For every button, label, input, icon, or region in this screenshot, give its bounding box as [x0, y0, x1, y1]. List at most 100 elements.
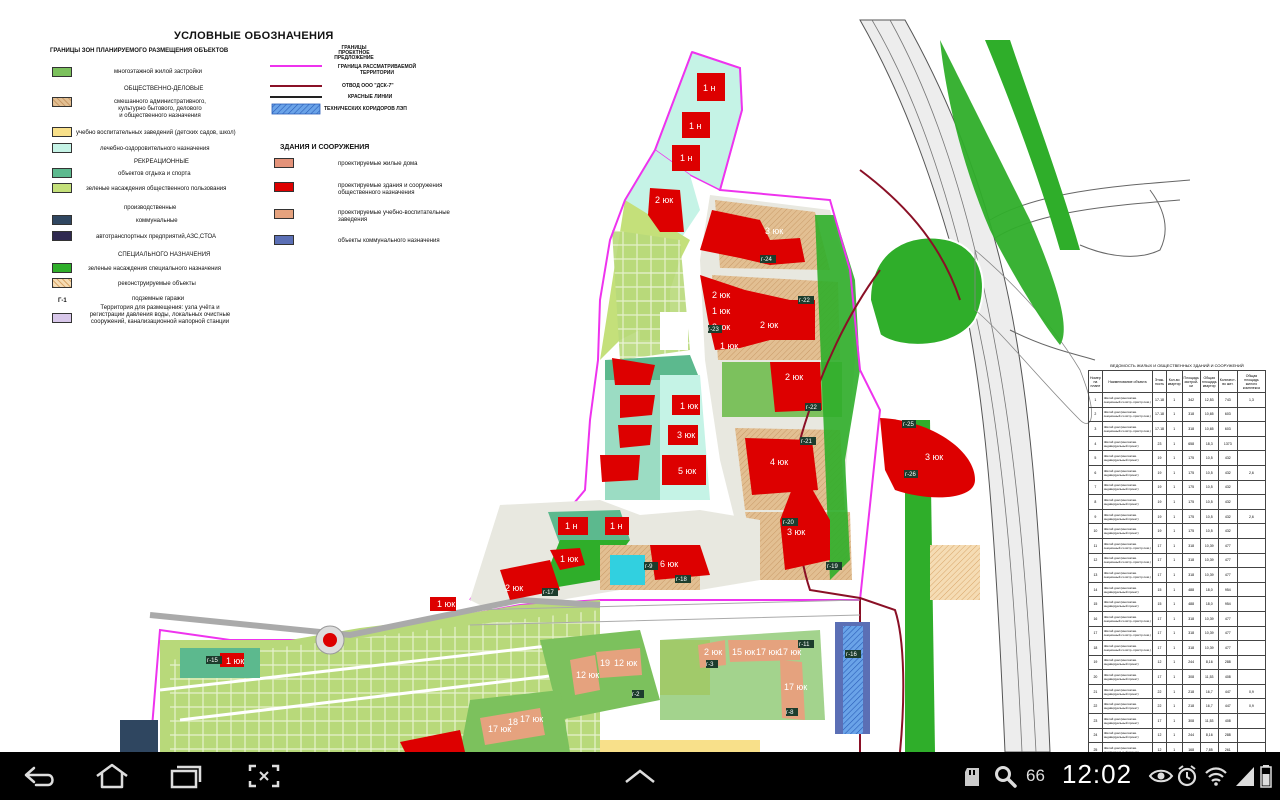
label-b13: 3 юк	[787, 527, 805, 537]
table-cell: 11,53	[1199, 669, 1219, 685]
label-b9: 1 юк	[720, 341, 738, 351]
table-cell: 175	[1181, 523, 1201, 539]
garage-g7: г-19	[827, 564, 839, 570]
table-cell: 1	[1165, 625, 1183, 642]
table-caption: ВЕДОМОСТЬ ЖИЛЫХ И ОБЩЕСТВЕННЫХ ЗДАНИЙ И …	[1110, 363, 1244, 368]
label-b20: 1 юк	[560, 554, 578, 564]
table-cell: 1	[1165, 537, 1183, 554]
table-cell: 1	[1165, 610, 1183, 627]
table-cell: 11	[1088, 537, 1103, 554]
back-button[interactable]	[20, 760, 60, 792]
table-cell: 22	[1152, 698, 1167, 715]
garage-g15: г-3	[706, 662, 714, 668]
table-cell: 175	[1181, 450, 1201, 466]
table-cell: 477	[1217, 552, 1238, 569]
table-cell: Жилой дом (многоэтаж. секционный со встр…	[1101, 537, 1154, 554]
label-b16: 3 юк	[677, 430, 695, 440]
table-cell: 318	[1181, 552, 1201, 569]
table-body: 1 Жилой дом (многоэтаж. секционный со вст…	[1088, 392, 1267, 752]
table-header-row: Номер на плане Наименование объекта Этаж-н…	[1088, 370, 1267, 393]
table-cell: 318	[1181, 537, 1201, 554]
table-cell: 2,6	[1236, 508, 1267, 525]
table-cell: 1	[1165, 683, 1183, 700]
garage-g17: г-25	[903, 422, 915, 428]
table-cell: 11,53	[1199, 713, 1219, 729]
table-cell: 0,9	[1236, 698, 1267, 715]
legend-school: проектируемые учебно-воспитательные заве…	[338, 210, 450, 223]
table-cell: Жилой дом (многоэтаж. индивидуальный про…	[1101, 508, 1154, 525]
swatch-education	[52, 127, 72, 137]
table-cell: Жилой дом (многоэтаж. индивидуальный про…	[1101, 581, 1154, 598]
table-cell	[1236, 552, 1267, 569]
recent-apps-button[interactable]	[166, 760, 206, 792]
table-cell	[1236, 727, 1267, 744]
table-cell: 17-18	[1152, 421, 1167, 437]
table-row: 14 Жилой дом (многоэтаж. индивидуальный п…	[1088, 581, 1267, 598]
table-cell: 175	[1181, 508, 1201, 525]
label-b11: 2 юк	[785, 372, 803, 382]
zones-heading: ГРАНИЦЫ ЗОН ПЛАНИРУЕМОГО РАЗМЕЩЕНИЯ ОБЪЕ…	[50, 48, 229, 54]
table-cell: 10,65	[1199, 421, 1219, 437]
chevron-up-icon	[625, 769, 655, 783]
table-row: 8 Жилой дом (многоэтаж. индивидуальный пр…	[1088, 494, 1267, 510]
table-cell	[1236, 406, 1267, 423]
map-viewport[interactable]: 1 н 1 н 1 н 2 юк 3 юк 2 юк 1 юк 3 юк 1 ю…	[0, 0, 1280, 752]
table-cell: 23	[1152, 435, 1167, 452]
swatch-school	[274, 209, 294, 219]
screenshot-icon	[248, 764, 280, 788]
garage-g1: г-24	[761, 257, 773, 263]
table-cell: 24	[1088, 727, 1103, 744]
garage-g9: г-17	[543, 590, 555, 596]
table-cell	[1236, 567, 1267, 583]
legend-residential: проектируемые жилые дома	[338, 161, 418, 167]
table-cell: 8,16	[1199, 654, 1219, 671]
table-cell: 1	[1165, 435, 1183, 452]
search-icon	[995, 766, 1017, 788]
legend-garage-code: Г-1	[58, 298, 67, 304]
table-cell: 15	[1152, 581, 1167, 598]
legend-sport: объектов отдыха и спорта	[118, 171, 191, 177]
table-cell: 477	[1217, 567, 1238, 583]
table-cell: 175	[1181, 494, 1201, 510]
label-r5: 17 юк	[784, 682, 807, 692]
table-cell: 17	[1152, 610, 1167, 627]
table-cell	[1236, 435, 1267, 452]
back-icon	[24, 766, 54, 787]
legend-special-heading: СПЕЦИАЛЬНОГО НАЗНАЧЕНИЯ	[118, 252, 211, 258]
collapse-up-button[interactable]	[620, 760, 660, 792]
table-cell: Жилой дом (многоэтаж. секционный со встр…	[1101, 567, 1154, 583]
legend-public-green: зеленые насаждения общественного пользов…	[86, 186, 227, 192]
table-cell: 12	[1152, 654, 1167, 671]
table-cell: 432	[1217, 523, 1238, 539]
table-row: 10 Жилой дом (многоэтаж. индивидуальный п…	[1088, 523, 1267, 539]
table-cell: 17	[1152, 640, 1167, 656]
table-cell: 4	[1088, 435, 1103, 452]
table-cell: 17	[1152, 552, 1167, 569]
swatch-transport	[52, 231, 72, 241]
table-cell: 7,85	[1199, 742, 1219, 752]
swatch-sport	[52, 168, 72, 178]
table-cell: 1	[1165, 552, 1183, 569]
legend-territory-bound: ГРАНИЦА РАССМАТРИВАЕМОЙ ТЕРРИТОРИИ	[337, 64, 417, 76]
screenshot-button[interactable]	[244, 760, 284, 792]
table-cell: 1	[1165, 727, 1183, 744]
table-cell: 10,5	[1199, 508, 1219, 525]
table-cell: 20	[1088, 669, 1103, 685]
table-cell: 10,5	[1199, 494, 1219, 510]
swatch-communal	[52, 215, 72, 225]
label-b21: 2 юк	[505, 583, 523, 593]
table-cell: 17	[1152, 625, 1167, 642]
label-b5: 3 юк	[765, 226, 783, 236]
table-cell: 2	[1088, 406, 1103, 423]
table-cell: Жилой дом (многоэтаж. секционный со встр…	[1101, 625, 1154, 642]
table-row: 13 Жилой дом (многоэтаж. секционный со вс…	[1088, 567, 1267, 583]
legend-corridors: ТЕХНИЧЕСКИХ КОРИДОРОВ ЛЭП	[324, 106, 407, 112]
table-cell: 19	[1152, 450, 1167, 466]
tep-table-panel: ВЕДОМОСТЬ ЖИЛЫХ И ОБЩЕСТВЕННЫХ ЗДАНИЙ И …	[1088, 362, 1267, 752]
home-button[interactable]	[92, 760, 132, 792]
label-r8: 12 юк	[614, 658, 637, 668]
table-row: 9 Жилой дом (многоэтаж. индивидуальный пр…	[1088, 508, 1267, 525]
system-navigation-bar: 66 12:02	[0, 752, 1280, 800]
table-cell: 1	[1165, 479, 1183, 496]
label-b22: 6 юк	[660, 559, 678, 569]
